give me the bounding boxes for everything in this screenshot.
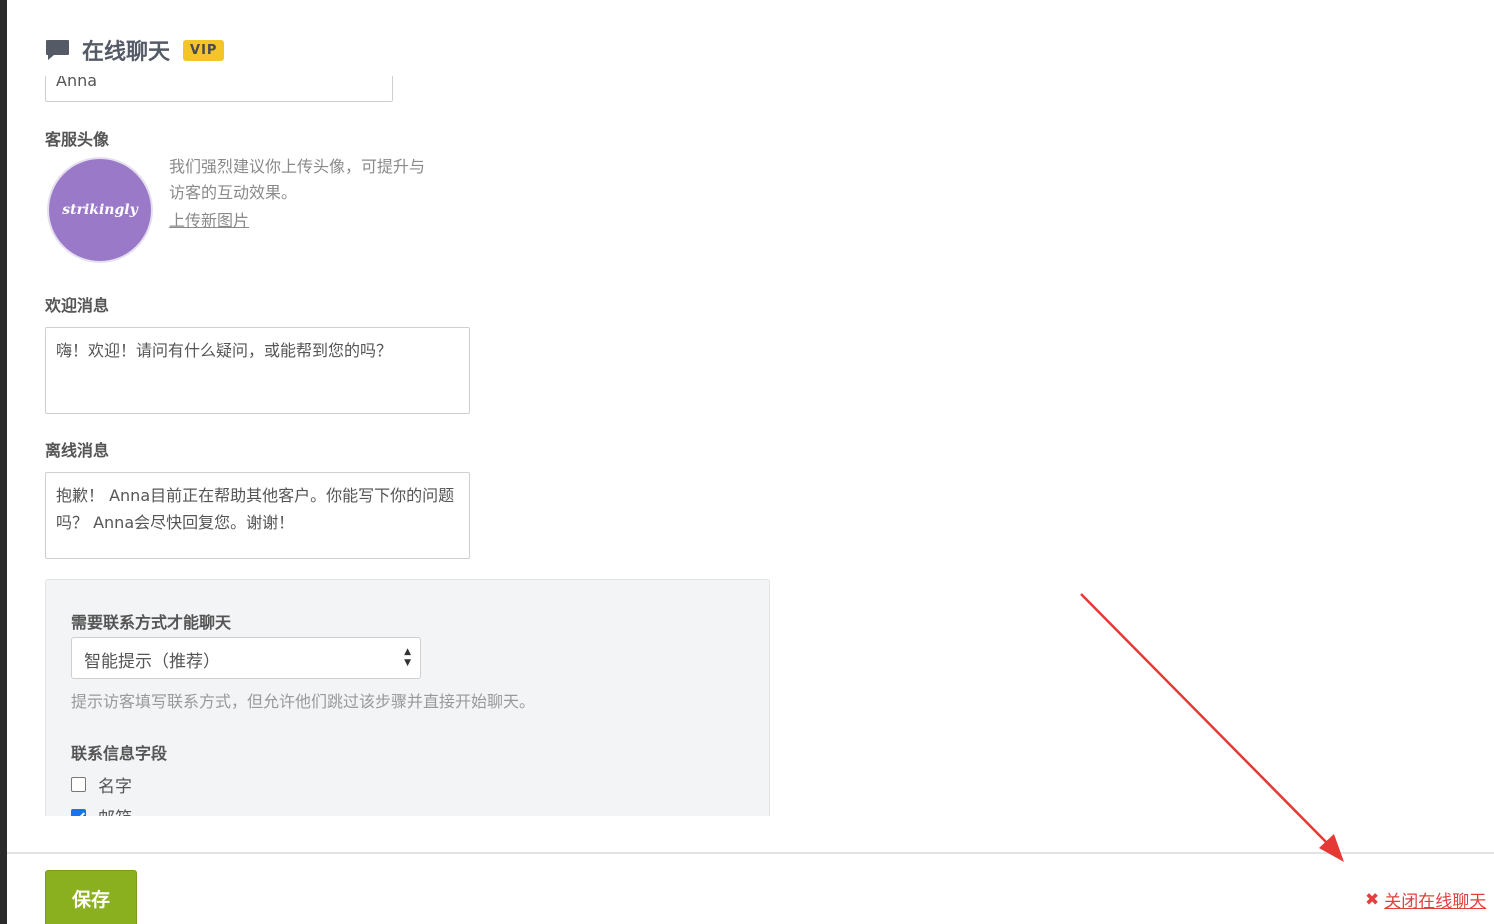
field-name-label: 名字: [98, 777, 132, 797]
close-live-chat-link[interactable]: ✖ 关闭在线聊天: [1365, 887, 1487, 913]
contact-help-text: 提示访客填写联系方式，但允许他们跳过该步骤并直接开始聊天。: [71, 692, 536, 711]
field-name-option[interactable]: 名字: [71, 772, 132, 797]
panel-footer: 保存 ✖ 关闭在线聊天: [7, 852, 1494, 924]
avatar-hint: 我们强烈建议你上传头像，可提升与访客的互动效果。: [169, 157, 426, 202]
offline-message-textarea[interactable]: 抱歉！ Anna目前正在帮助其他客户。你能写下你的问题吗？ Anna会尽快回复您…: [45, 472, 470, 559]
email-checkbox[interactable]: [71, 809, 86, 816]
chat-bubble-icon: [46, 40, 69, 60]
avatar[interactable]: strikingly: [47, 157, 153, 263]
settings-scroll-area[interactable]: Anna 客服头像 strikingly 我们强烈建议你上传头像，可提升与访客的…: [7, 76, 1494, 816]
contact-requirement-box: 需要联系方式才能聊天 智能提示（推荐） ▲ ▼ 提示访客填写联系方式，但允许他们跳…: [45, 579, 770, 816]
select-value: 智能提示（推荐）: [84, 652, 220, 672]
page-title: 在线聊天: [82, 40, 171, 65]
welcome-message-label: 欢迎消息: [45, 296, 110, 315]
agent-name-input[interactable]: Anna: [45, 76, 393, 102]
vip-badge: VIP: [183, 39, 225, 61]
welcome-message-textarea[interactable]: 嗨！欢迎！请问有什么疑问，或能帮到您的吗？: [45, 327, 470, 414]
upload-image-link[interactable]: 上传新图片: [169, 207, 249, 231]
require-contact-label: 需要联系方式才能聊天: [71, 613, 232, 632]
name-checkbox[interactable]: [71, 777, 86, 792]
avatar-label: 客服头像: [45, 130, 110, 149]
select-arrows-icon: ▲ ▼: [404, 647, 411, 668]
save-button[interactable]: 保存: [45, 870, 137, 924]
require-contact-select[interactable]: 智能提示（推荐） ▲ ▼: [71, 637, 421, 679]
contact-fields-label: 联系信息字段: [71, 744, 168, 763]
field-email-option[interactable]: 邮箱: [71, 804, 132, 816]
close-live-chat-label: 关闭在线聊天: [1384, 892, 1487, 912]
field-email-label: 邮箱: [98, 804, 132, 816]
chat-settings-panel: 在线聊天 VIP Anna 客服头像 strikingly 我们强烈建议你上传头…: [7, 0, 1494, 924]
offline-message-label: 离线消息: [45, 441, 110, 460]
close-icon: ✖: [1365, 889, 1380, 910]
avatar-brand-text: strikingly: [62, 202, 138, 218]
panel-header: 在线聊天 VIP: [45, 34, 225, 66]
